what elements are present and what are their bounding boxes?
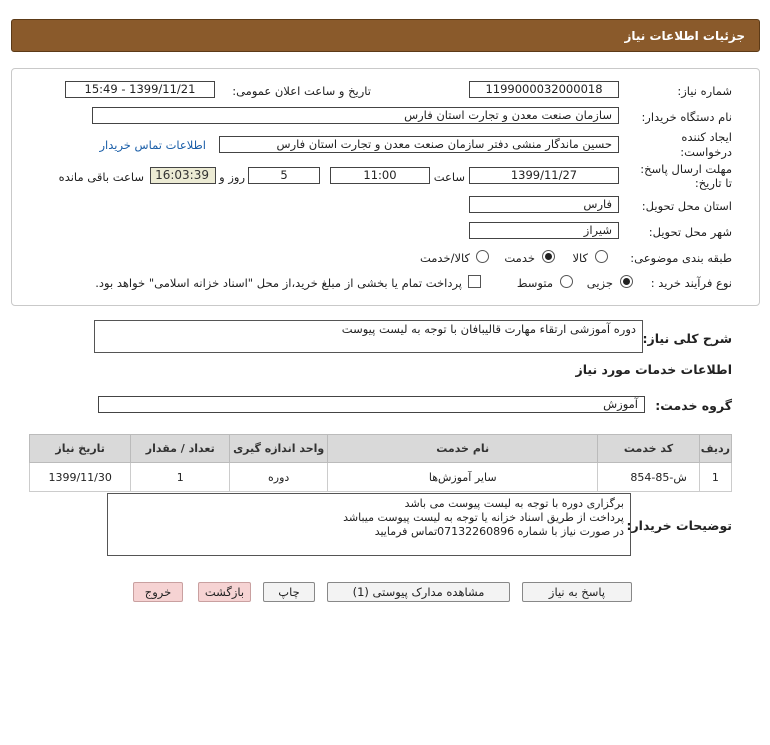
buyer-notes-line: پرداخت از طریق اسناد خزانه یا توجه به لی… — [343, 511, 624, 524]
remaining-time-field: 16:03:39 — [150, 167, 216, 184]
buyer-notes-line: در صورت نیاز با شماره 07132260896تماس فر… — [374, 525, 624, 538]
cell-row: 1 — [698, 462, 733, 492]
col-service-name: نام خدمت — [327, 434, 599, 463]
page-title: جزئیات اطلاعات نیاز — [624, 29, 745, 43]
province-field: فارس — [469, 196, 619, 213]
category-option-service: خدمت — [504, 251, 535, 265]
creator-field: حسین ماندگار منشی دفتر سازمان صنعت معدن … — [219, 136, 619, 153]
col-need-date: تاریخ نیاز — [28, 434, 132, 463]
category-label: طبقه بندی موضوعی: — [630, 251, 732, 265]
remaining-time-label: ساعت باقی مانده — [58, 170, 144, 184]
category-radio-goods-service[interactable] — [476, 250, 489, 263]
deadline-time-field: 11:00 — [330, 167, 430, 184]
col-unit: واحد اندازه گیری — [229, 434, 329, 463]
page-header: جزئیات اطلاعات نیاز — [11, 19, 760, 52]
cell-service-code: ش-85-854 — [597, 462, 700, 492]
need-number-label: شماره نیاز: — [677, 84, 732, 98]
deadline-time-label: ساعت — [433, 170, 465, 184]
reply-button[interactable]: پاسخ به نیاز — [522, 582, 632, 602]
buyer-contact-link[interactable]: اطلاعات تماس خریدار — [99, 138, 206, 152]
creator-label-line1: ایجاد کننده — [681, 130, 732, 144]
announce-date-field: 1399/11/21 - 15:49 — [65, 81, 215, 98]
buyer-notes-field: برگزاری دوره با توجه به لیست پیوست می با… — [107, 493, 631, 556]
province-label: استان محل تحویل: — [641, 199, 732, 213]
category-option-goods: کالا — [572, 251, 588, 265]
treasury-checkbox[interactable] — [468, 275, 481, 288]
category-option-goods-service: کالا/خدمت — [419, 251, 470, 265]
table-row: 1 ش-85-854 سایر آموزش‌ها دوره 1 1399/11/… — [28, 462, 733, 492]
summary-label: شرح کلی نیاز: — [642, 331, 732, 346]
print-button[interactable]: چاپ — [263, 582, 315, 602]
buyer-notes-label: توضیحات خریدار: — [626, 518, 732, 533]
buyer-org-field: سازمان صنعت معدن و تجارت استان فارس — [92, 107, 619, 124]
deadline-date-field: 1399/11/27 — [469, 167, 619, 184]
cell-service-name: سایر آموزش‌ها — [327, 462, 599, 492]
buyer-org-label: نام دستگاه خریدار: — [641, 110, 732, 124]
table-header-row: ردیف کد خدمت نام خدمت واحد اندازه گیری ت… — [28, 434, 733, 463]
process-option-medium: متوسط — [516, 276, 553, 290]
creator-label-line2: درخواست: — [680, 145, 732, 159]
city-field: شیراز — [469, 222, 619, 239]
need-details-panel — [11, 68, 760, 306]
category-radio-goods[interactable] — [595, 250, 608, 263]
col-quantity: تعداد / مقدار — [130, 434, 231, 463]
remaining-days-label: روز و — [219, 170, 245, 184]
process-radio-partial[interactable] — [620, 275, 633, 288]
buyer-notes-line: برگزاری دوره با توجه به لیست پیوست می با… — [404, 497, 624, 510]
deadline-label-line2: تا تاریخ: — [694, 176, 732, 190]
col-row: ردیف — [698, 434, 733, 463]
summary-field: دوره آموزشی ارتقاء مهارت قالیبافان با تو… — [94, 320, 643, 353]
view-attachments-button[interactable]: مشاهده مدارک پیوستی (1) — [327, 582, 510, 602]
process-radio-medium[interactable] — [560, 275, 573, 288]
need-number-field: 1199000032000018 — [469, 81, 619, 98]
announce-date-label: تاریخ و ساعت اعلان عمومی: — [232, 84, 371, 98]
category-radio-service[interactable] — [542, 250, 555, 263]
process-option-partial: جزیی — [586, 276, 613, 290]
service-group-field: آموزش — [98, 396, 645, 413]
process-type-label: نوع فرآیند خرید : — [650, 276, 732, 290]
remaining-days-field: 5 — [248, 167, 320, 184]
service-group-label: گروه خدمت: — [655, 398, 732, 413]
watermark — [380, 200, 394, 246]
cell-quantity: 1 — [130, 462, 231, 492]
cell-need-date: 1399/11/30 — [28, 462, 132, 492]
deadline-label-line1: مهلت ارسال پاسخ: — [640, 162, 732, 176]
exit-button[interactable]: خروج — [133, 582, 183, 602]
back-button[interactable]: بازگشت — [198, 582, 251, 602]
services-table: ردیف کد خدمت نام خدمت واحد اندازه گیری ت… — [28, 434, 733, 492]
city-label: شهر محل تحویل: — [648, 225, 732, 239]
treasury-text: پرداخت تمام یا بخشی از مبلغ خرید،از محل … — [95, 276, 462, 290]
col-service-code: کد خدمت — [597, 434, 700, 463]
services-section-title: اطلاعات خدمات مورد نیاز — [575, 362, 733, 377]
cell-unit: دوره — [229, 462, 329, 492]
